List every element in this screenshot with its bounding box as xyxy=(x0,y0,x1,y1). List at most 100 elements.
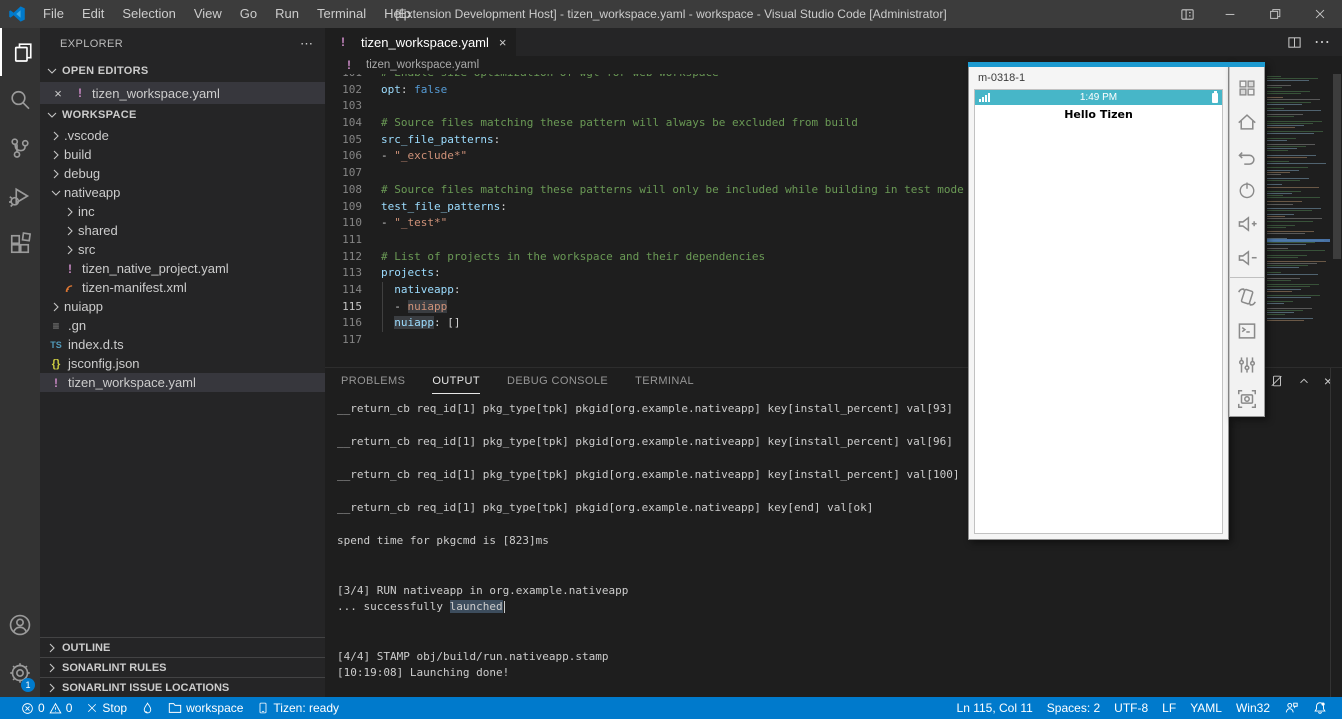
panel-tab-output[interactable]: OUTPUT xyxy=(432,368,480,394)
activity-account[interactable] xyxy=(0,601,40,649)
status-platform[interactable]: Win32 xyxy=(1229,697,1277,719)
close-editor-icon[interactable]: × xyxy=(50,86,66,101)
screenshot-button[interactable] xyxy=(1230,382,1264,416)
minimap-row xyxy=(1267,159,1330,160)
power-button[interactable] xyxy=(1230,173,1264,207)
minimap-row xyxy=(1267,78,1318,80)
tree-item-index-d-ts[interactable]: TS index.d.ts xyxy=(40,335,325,354)
minimap-row xyxy=(1267,167,1308,169)
tree-item--vscode[interactable]: .vscode xyxy=(40,126,325,145)
panel-tab-problems[interactable]: PROBLEMS xyxy=(341,368,405,394)
workspace-header[interactable]: WORKSPACE xyxy=(40,104,325,126)
rotate-button[interactable] xyxy=(1230,280,1264,314)
emulator-clock: 1:49 PM xyxy=(1079,92,1118,103)
section-sonarlint-issue-locations[interactable]: SONARLINT ISSUE LOCATIONS xyxy=(40,677,325,697)
minimap[interactable] xyxy=(1267,76,1330,328)
status-cursor-position[interactable]: Ln 115, Col 11 xyxy=(950,697,1040,719)
status-language[interactable]: YAML xyxy=(1183,697,1229,719)
activity-run-debug[interactable] xyxy=(0,172,40,220)
tree-item-jsconfig-json[interactable]: {} jsconfig.json xyxy=(40,354,325,373)
tab-tizen-workspace[interactable]: ! tizen_workspace.yaml × xyxy=(325,28,517,56)
open-editors-list: ×! tizen_workspace.yaml xyxy=(40,82,325,104)
open-editor-item[interactable]: ×! tizen_workspace.yaml xyxy=(40,82,325,104)
control-panel-button[interactable] xyxy=(1230,348,1264,382)
minimap-selection-band xyxy=(1267,239,1330,242)
minimap-row xyxy=(1267,148,1297,150)
status-feedback[interactable] xyxy=(1277,697,1306,719)
shell-button[interactable] xyxy=(1230,314,1264,348)
activity-search[interactable] xyxy=(0,76,40,124)
output-text: ... successfully xyxy=(337,600,450,613)
menu-selection[interactable]: Selection xyxy=(113,0,184,28)
status-stop[interactable]: Stop xyxy=(79,697,134,719)
volume-down-button[interactable] xyxy=(1230,241,1264,275)
tab-close-icon[interactable]: × xyxy=(499,35,507,50)
menu-edit[interactable]: Edit xyxy=(73,0,113,28)
back-button[interactable] xyxy=(1230,139,1264,173)
tree-item-inc[interactable]: inc xyxy=(40,202,325,221)
emulator-screen[interactable]: 1:49 PM Hello Tizen xyxy=(974,89,1223,534)
tree-item-tizen-workspace-yaml[interactable]: ! tizen_workspace.yaml xyxy=(40,373,325,392)
tree-item-nativeapp[interactable]: nativeapp xyxy=(40,183,325,202)
home-button[interactable] xyxy=(1230,105,1264,139)
menu-run[interactable]: Run xyxy=(266,0,308,28)
menu-go[interactable]: Go xyxy=(231,0,266,28)
tree-item-label: debug xyxy=(64,166,101,181)
status-bar-left: 0 0 Stop workspace Tizen: ready xyxy=(14,697,346,719)
minimap-row xyxy=(1267,220,1313,222)
status-encoding[interactable]: UTF-8 xyxy=(1107,697,1155,719)
tree-item-debug[interactable]: debug xyxy=(40,164,325,183)
minimap-row xyxy=(1267,286,1310,288)
split-editor-icon[interactable] xyxy=(1287,35,1302,50)
sidebar-more-icon[interactable]: ⋯ xyxy=(300,36,313,52)
tree-item-src[interactable]: src xyxy=(40,240,325,259)
minimize-icon[interactable] xyxy=(1207,0,1252,28)
tree-item-tizen-manifest-xml[interactable]: tizen-manifest.xml xyxy=(40,278,325,297)
minimap-row xyxy=(1267,212,1330,213)
status-eol[interactable]: LF xyxy=(1155,697,1183,719)
minimap-row xyxy=(1267,223,1330,224)
tree-item-build[interactable]: build xyxy=(40,145,325,164)
menu-view[interactable]: View xyxy=(185,0,231,28)
panel-tab-terminal[interactable]: TERMINAL xyxy=(635,368,694,394)
activity-settings[interactable]: 1 xyxy=(0,649,40,697)
menu-file[interactable]: File xyxy=(34,0,73,28)
scrollbar-handle[interactable] xyxy=(1333,74,1341,259)
status-notifications[interactable] xyxy=(1306,697,1334,719)
open-editors-header[interactable]: OPEN EDITORS xyxy=(40,60,325,82)
editor-scrollbar[interactable] xyxy=(1332,74,1342,367)
activity-extensions[interactable] xyxy=(0,220,40,268)
minimap-row xyxy=(1267,189,1330,190)
status-indentation[interactable]: Spaces: 2 xyxy=(1040,697,1107,719)
tree-item--gn[interactable]: ≡ .gn xyxy=(40,316,325,335)
volume-up-button[interactable] xyxy=(1230,207,1264,241)
tree-item-shared[interactable]: shared xyxy=(40,221,325,240)
activity-source-control[interactable] xyxy=(0,124,40,172)
restore-icon[interactable] xyxy=(1252,0,1297,28)
section-outline[interactable]: OUTLINE xyxy=(40,637,325,657)
tree-item-nuiapp[interactable]: nuiapp xyxy=(40,297,325,316)
clear-output-icon[interactable] xyxy=(1270,374,1284,388)
code-content: nativeapp: xyxy=(362,282,460,299)
minimap-row xyxy=(1267,137,1296,139)
minimap-row xyxy=(1267,229,1330,230)
workspace-label: WORKSPACE xyxy=(62,109,137,121)
section-sonarlint-rules[interactable]: SONARLINT RULES xyxy=(40,657,325,677)
app-grid-button[interactable] xyxy=(1230,71,1264,105)
status-sonarlint[interactable] xyxy=(134,697,161,719)
tree-item-tizen-native-project-yaml[interactable]: ! tizen_native_project.yaml xyxy=(40,259,325,278)
minimap-row xyxy=(1267,271,1281,273)
activity-explorer[interactable] xyxy=(0,28,40,76)
maximize-panel-icon[interactable] xyxy=(1297,374,1311,388)
editor-more-icon[interactable]: ⋯ xyxy=(1314,32,1330,52)
layout-icon[interactable] xyxy=(1167,0,1207,28)
status-problems[interactable]: 00 xyxy=(14,697,79,719)
menu-terminal[interactable]: Terminal xyxy=(308,0,375,28)
close-icon[interactable] xyxy=(1297,0,1342,28)
panel-tab-debug-console[interactable]: DEBUG CONSOLE xyxy=(507,368,608,394)
minimap-row xyxy=(1267,201,1302,203)
menu-help[interactable]: Help xyxy=(375,0,420,28)
status-tizen[interactable]: Tizen: ready xyxy=(250,697,346,719)
status-workspace[interactable]: workspace xyxy=(161,697,250,719)
